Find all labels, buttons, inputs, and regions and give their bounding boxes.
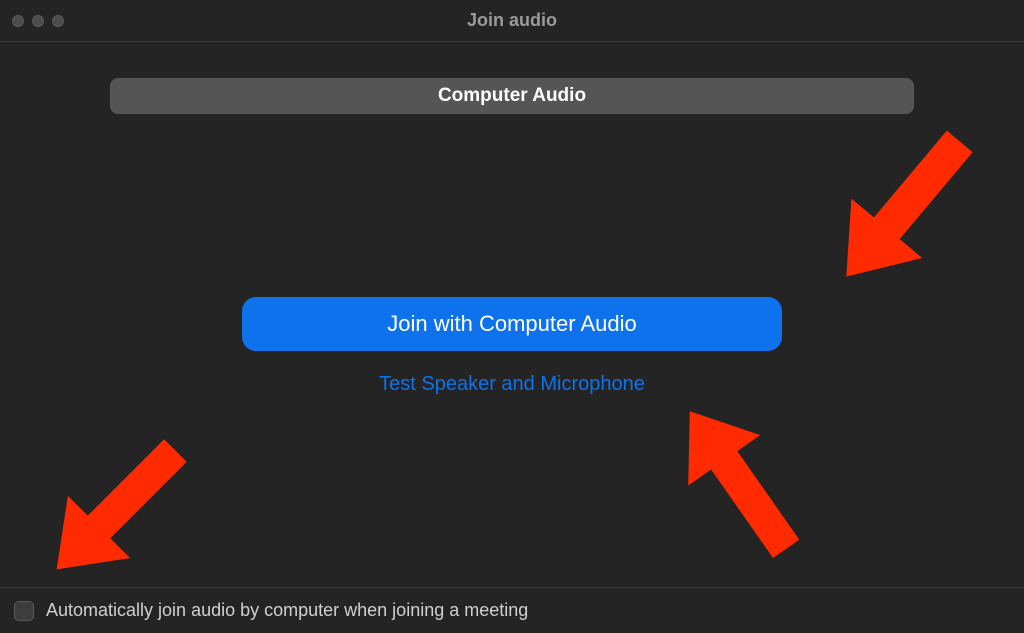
test-speaker-microphone-link[interactable]: Test Speaker and Microphone xyxy=(379,373,645,396)
button-label: Join with Computer Audio xyxy=(387,311,636,336)
window-titlebar: Join audio xyxy=(0,0,1024,42)
tab-label: Computer Audio xyxy=(438,85,586,107)
annotation-arrow-icon xyxy=(638,380,838,580)
window-title: Join audio xyxy=(467,10,557,31)
window-controls xyxy=(0,15,64,27)
maximize-window-icon[interactable] xyxy=(52,15,64,27)
minimize-window-icon[interactable] xyxy=(32,15,44,27)
tab-computer-audio[interactable]: Computer Audio xyxy=(110,78,914,114)
close-window-icon[interactable] xyxy=(12,15,24,27)
join-with-computer-audio-button[interactable]: Join with Computer Audio xyxy=(242,297,782,351)
annotation-arrow-icon xyxy=(16,410,216,610)
link-label: Test Speaker and Microphone xyxy=(379,373,645,395)
annotation-arrow-icon xyxy=(798,104,1008,314)
